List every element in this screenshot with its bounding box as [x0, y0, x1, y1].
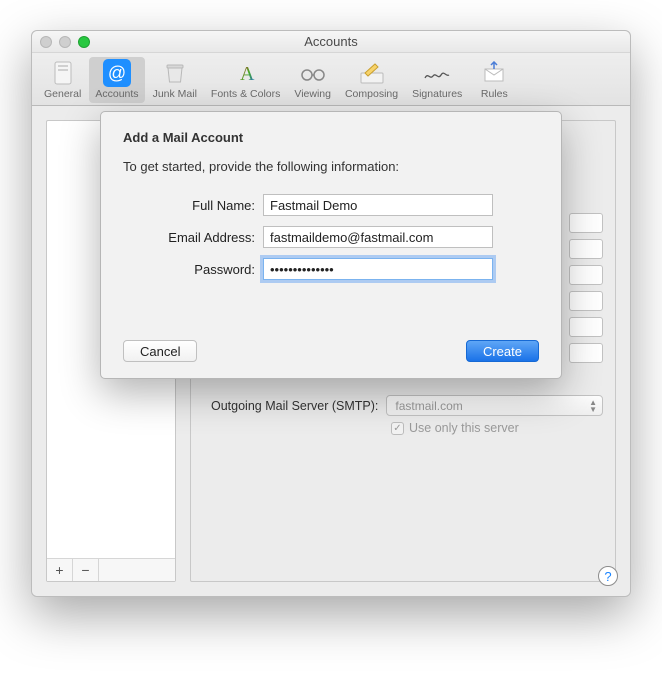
create-button[interactable]: Create [466, 340, 539, 362]
obscured-field [569, 239, 603, 259]
general-icon [47, 59, 79, 87]
add-account-button[interactable]: + [47, 559, 73, 581]
fonts-icon: A [230, 59, 262, 87]
toolbar-label: Accounts [95, 88, 138, 100]
help-button[interactable]: ? [598, 566, 618, 586]
toolbar-label: General [44, 88, 81, 100]
use-only-row: ✓ Use only this server [391, 421, 519, 435]
toolbar-label: Composing [345, 88, 398, 100]
obscured-field [569, 265, 603, 285]
trash-icon [159, 59, 191, 87]
toolbar-label: Fonts & Colors [211, 88, 280, 100]
svg-text:A: A [240, 63, 255, 85]
obscured-fields [569, 213, 603, 363]
compose-icon [356, 59, 388, 87]
obscured-field [569, 213, 603, 233]
sheet-title: Add a Mail Account [123, 130, 539, 145]
email-input[interactable] [263, 226, 493, 248]
full-name-label: Full Name: [123, 198, 263, 213]
smtp-row: Outgoing Mail Server (SMTP): fastmail.co… [211, 395, 603, 416]
email-row: Email Address: [123, 226, 539, 248]
toolbar-item-junk[interactable]: Junk Mail [147, 57, 203, 103]
full-name-input[interactable] [263, 194, 493, 216]
obscured-field [569, 343, 603, 363]
toolbar-label: Rules [481, 88, 508, 100]
add-account-sheet: Add a Mail Account To get started, provi… [100, 111, 562, 379]
sheet-subtitle: To get started, provide the following in… [123, 159, 539, 174]
cancel-button[interactable]: Cancel [123, 340, 197, 362]
toolbar-item-general[interactable]: General [38, 57, 87, 103]
use-only-checkbox[interactable]: ✓ [391, 422, 404, 435]
obscured-field [569, 291, 603, 311]
email-label: Email Address: [123, 230, 263, 245]
toolbar-label: Viewing [294, 88, 331, 100]
remove-account-button[interactable]: − [73, 559, 99, 581]
use-only-label: Use only this server [409, 421, 519, 435]
toolbar-item-accounts[interactable]: @ Accounts [89, 57, 144, 103]
obscured-field [569, 317, 603, 337]
toolbar-item-rules[interactable]: Rules [470, 57, 518, 103]
password-label: Password: [123, 262, 263, 277]
window-title: Accounts [32, 34, 630, 49]
smtp-label: Outgoing Mail Server (SMTP): [211, 399, 378, 413]
signature-icon [421, 59, 453, 87]
toolbar-item-viewing[interactable]: Viewing [288, 57, 337, 103]
sidebar-footer: + − [47, 558, 175, 581]
full-name-row: Full Name: [123, 194, 539, 216]
titlebar: Accounts [32, 31, 630, 53]
smtp-value: fastmail.com [395, 399, 462, 413]
toolbar-item-signatures[interactable]: Signatures [406, 57, 468, 103]
smtp-select[interactable]: fastmail.com ▲▼ [386, 395, 603, 416]
toolbar-label: Signatures [412, 88, 462, 100]
at-sign-icon: @ [101, 59, 133, 87]
svg-text:@: @ [108, 63, 126, 83]
glasses-icon [297, 59, 329, 87]
toolbar-item-composing[interactable]: Composing [339, 57, 404, 103]
prefs-toolbar: General @ Accounts Junk Mail A Fonts & C… [32, 53, 630, 106]
password-row: Password: [123, 258, 539, 280]
chevron-updown-icon: ▲▼ [589, 399, 597, 413]
sheet-buttons: Cancel Create [123, 340, 539, 362]
toolbar-label: Junk Mail [153, 88, 197, 100]
rules-icon [478, 59, 510, 87]
password-input[interactable] [263, 258, 493, 280]
toolbar-item-fonts[interactable]: A Fonts & Colors [205, 57, 286, 103]
preferences-window: Accounts General @ Accounts Junk Mail A … [31, 30, 631, 597]
